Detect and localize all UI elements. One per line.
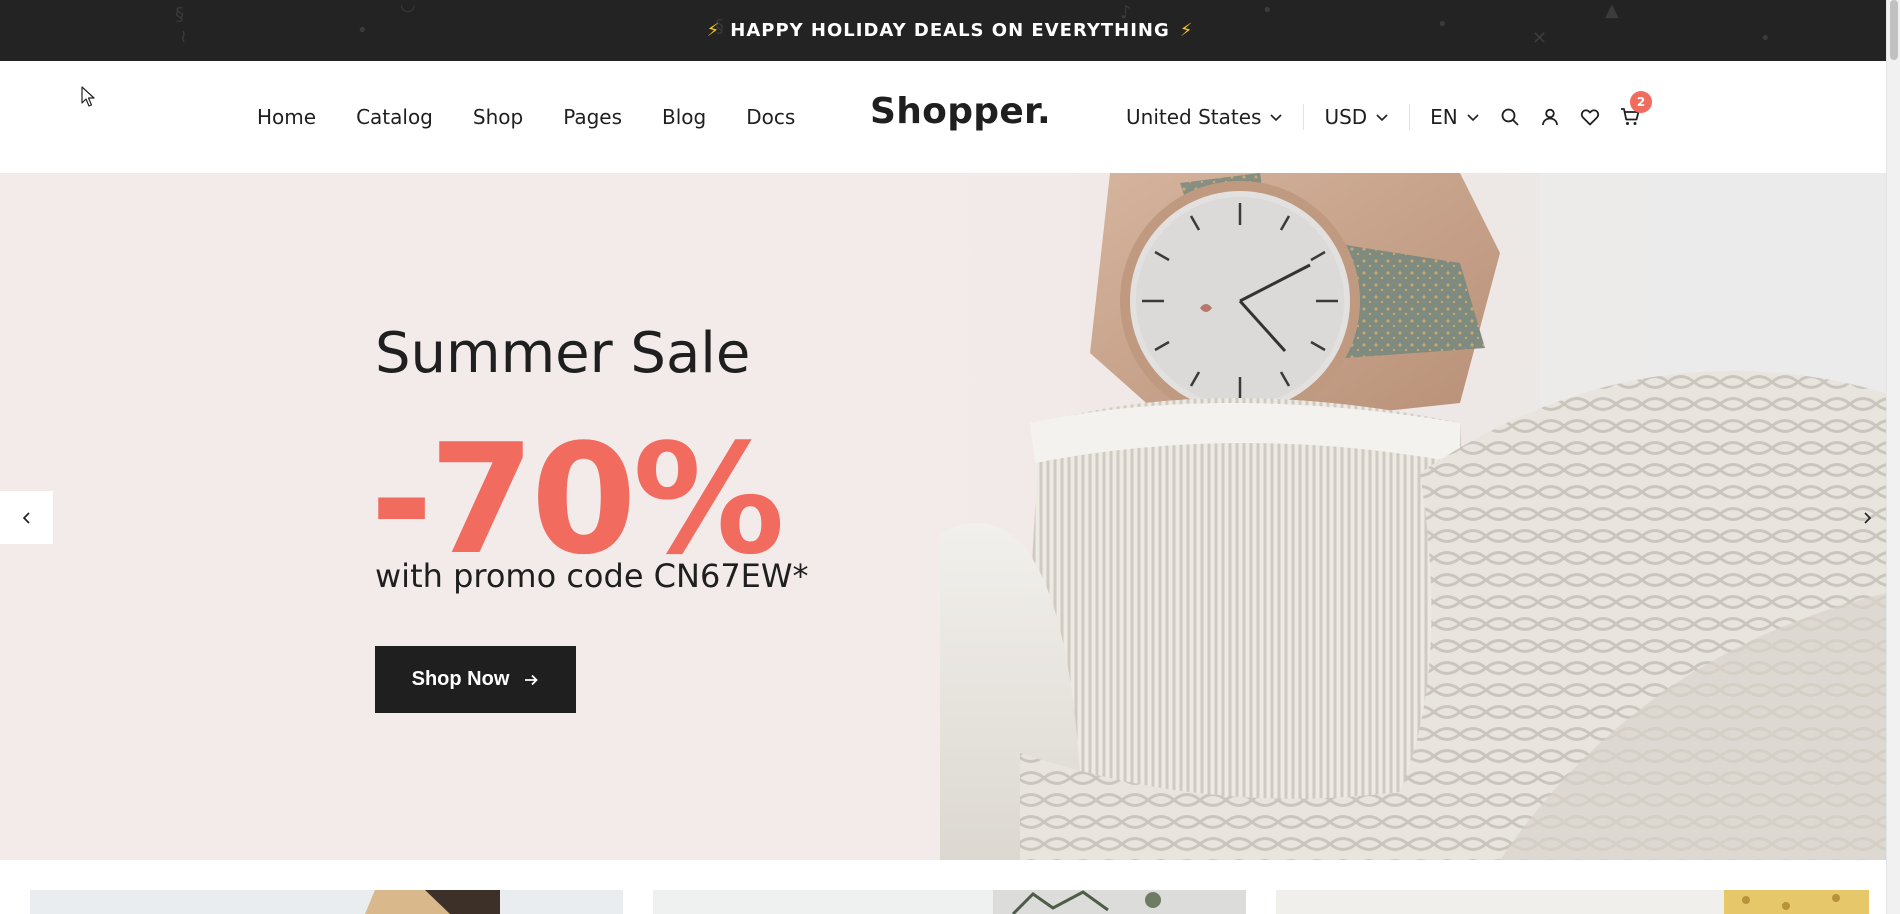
slider-next-button[interactable] [1840,491,1886,544]
confetti-decoration: ≀ [180,26,187,47]
confetti-decoration: ▲ [1605,0,1619,21]
locale-selectors: United States USD EN [1126,61,1500,173]
chevron-down-icon [1467,114,1479,122]
announcement-text: HAPPY HOLIDAY DEALS ON EVERYTHING [730,20,1170,41]
page-scrollbar[interactable] [1886,0,1900,914]
chevron-down-icon [1376,114,1388,122]
currency-dropdown[interactable]: USD [1304,105,1409,129]
heart-icon[interactable] [1580,107,1600,127]
category-card-image [30,890,623,914]
country-value: United States [1126,105,1262,129]
language-dropdown[interactable]: EN [1410,105,1500,129]
header-icons: 2 [1500,61,1652,173]
slider-prev-button[interactable] [0,491,53,544]
nav-catalog[interactable]: Catalog [356,105,433,129]
lightning-bolt-icon: ⚡ [706,20,721,41]
nav-shop[interactable]: Shop [473,105,523,129]
cart-icon[interactable]: 2 [1620,91,1652,127]
confetti-decoration: • [1262,0,1273,21]
hero-slider: Summer Sale -70% with promo code CN67EW*… [0,173,1886,860]
confetti-decoration: ✕ [1532,28,1548,49]
currency-value: USD [1324,105,1368,129]
country-dropdown[interactable]: United States [1126,105,1303,129]
category-card-image [1276,890,1869,914]
confetti-decoration: • [1760,28,1771,49]
category-card[interactable] [1276,890,1869,914]
chevron-left-icon [22,511,30,524]
announcement-text-row: ⚡ HAPPY HOLIDAY DEALS ON EVERYTHING ⚡ [707,20,1194,41]
search-icon[interactable] [1500,107,1520,127]
confetti-decoration: • [357,20,368,41]
scrollbar-thumb[interactable] [1890,0,1898,60]
user-icon[interactable] [1540,107,1560,127]
category-card-image [653,890,1246,914]
category-card[interactable] [653,890,1246,914]
nav-home[interactable]: Home [257,105,316,129]
hero-promo-text: with promo code CN67EW* [375,557,809,595]
category-cards [0,860,1886,914]
confetti-decoration: § [175,4,184,25]
shop-now-label: Shop Now [411,668,510,690]
chevron-right-icon [1863,511,1871,524]
language-value: EN [1430,105,1458,129]
chevron-down-icon [1270,114,1283,122]
nav-pages[interactable]: Pages [563,105,622,129]
site-logo[interactable]: Shopper. [870,91,1051,132]
nav-blog[interactable]: Blog [662,105,706,129]
hero-title: Summer Sale [375,321,751,386]
nav-docs[interactable]: Docs [746,105,795,129]
announcement-bar: § ≀ • ◡ § ♪ • • ✕ ▲ • ⚡ HAPPY HOLIDAY DE… [0,0,1900,61]
main-nav: Home Catalog Shop Pages Blog Docs [257,61,795,173]
mouse-cursor-icon [81,86,95,107]
arrow-right-icon [525,674,539,685]
site-header: Home Catalog Shop Pages Blog Docs Shoppe… [0,61,1886,173]
category-card[interactable] [30,890,623,914]
lightning-bolt-icon: ⚡ [1179,20,1194,41]
confetti-decoration: • [1437,14,1448,35]
confetti-decoration: ◡ [400,0,416,15]
cart-count-badge: 2 [1630,91,1652,113]
shop-now-button[interactable]: Shop Now [375,646,576,713]
hero-watch-image [940,173,1886,860]
